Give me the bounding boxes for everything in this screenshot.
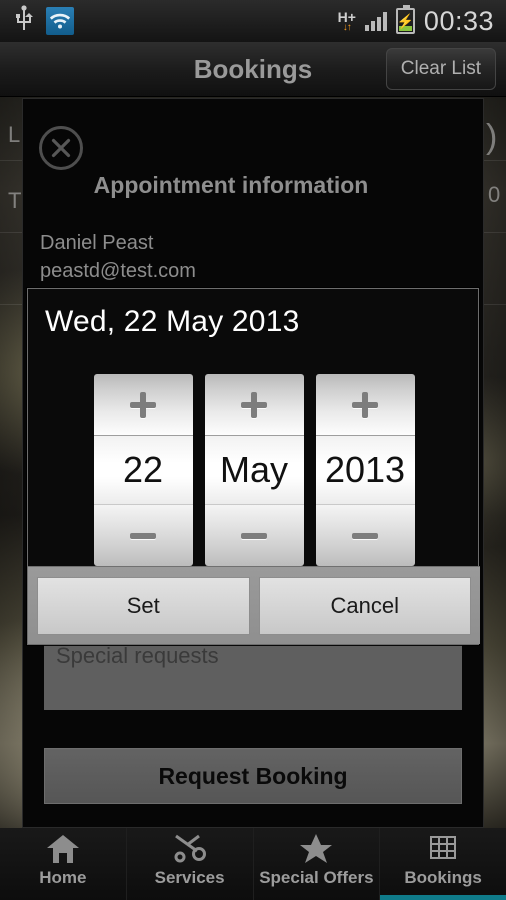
date-picker-columns: 22 May 2013 — [28, 374, 480, 566]
home-icon — [46, 832, 80, 866]
date-picker-dialog: Wed, 22 May 2013 22 May 2013 Set Cancel — [27, 288, 480, 645]
day-increment-button[interactable] — [93, 374, 193, 436]
signal-icon — [364, 11, 387, 31]
appointment-dialog-title: Appointment information — [93, 172, 369, 198]
year-decrement-button[interactable] — [315, 504, 415, 566]
close-circle-icon[interactable] — [39, 126, 83, 170]
background-fragment-right-2: 0 — [488, 182, 501, 207]
request-booking-button[interactable]: Request Booking — [44, 748, 462, 804]
year-increment-button[interactable] — [315, 374, 415, 436]
star-icon — [299, 832, 333, 866]
month-value[interactable]: May — [204, 436, 304, 504]
status-bar-right-icons: H+ ↓↑ ⚡ 00:33 — [338, 5, 506, 37]
minus-icon — [130, 523, 156, 549]
plus-icon — [352, 391, 378, 418]
calendar-grid-icon — [426, 832, 460, 866]
year-value[interactable]: 2013 — [315, 436, 415, 504]
special-requests-placeholder: Special requests — [56, 643, 219, 668]
day-decrement-button[interactable] — [93, 504, 193, 566]
background-fragment-right-1: ) — [486, 118, 498, 156]
status-bar-clock: 00:33 — [423, 5, 494, 36]
plus-icon — [241, 391, 267, 418]
scissors-icon — [173, 832, 207, 866]
month-picker: May — [204, 374, 304, 566]
usb-icon — [14, 4, 34, 38]
special-requests-input[interactable]: Special requests — [44, 640, 462, 710]
nav-item-home[interactable]: Home — [0, 828, 127, 900]
month-decrement-button[interactable] — [204, 504, 304, 566]
set-button[interactable]: Set — [37, 576, 250, 635]
customer-email: peastd@test.com — [40, 260, 196, 282]
status-bar-left-icons — [0, 4, 74, 38]
nav-label-home: Home — [39, 868, 87, 887]
cancel-button[interactable]: Cancel — [258, 576, 471, 635]
date-picker-title: Wed, 22 May 2013 — [45, 305, 300, 338]
action-bar: Bookings Clear List — [0, 42, 506, 97]
minus-icon — [241, 523, 267, 549]
nav-label-special-offers: Special Offers — [259, 868, 374, 887]
minus-icon — [352, 523, 378, 549]
nav-item-services[interactable]: Services — [127, 828, 254, 900]
status-bar: H+ ↓↑ ⚡ 00:33 — [0, 0, 506, 42]
background-fragment-left-1: L — [8, 122, 21, 147]
phone-screen: L T ) 0 H+ ↓↑ ⚡ 00:33 Bookings Clear Lis… — [0, 0, 506, 900]
nav-active-indicator — [380, 895, 506, 900]
year-picker: 2013 — [315, 374, 415, 566]
nav-item-bookings[interactable]: Bookings — [380, 828, 506, 900]
wifi-icon — [46, 7, 74, 35]
month-increment-button[interactable] — [204, 374, 304, 436]
day-value[interactable]: 22 — [93, 436, 193, 504]
nav-label-services: Services — [154, 868, 225, 887]
nav-item-special-offers[interactable]: Special Offers — [254, 828, 381, 900]
clear-list-button[interactable]: Clear List — [385, 48, 496, 90]
date-picker-footer: Set Cancel — [28, 566, 480, 644]
network-arrows: ↓↑ — [342, 21, 352, 33]
day-picker: 22 — [93, 374, 193, 566]
bottom-navigation-bar: Home Services Special Offers Bookings — [0, 828, 506, 900]
nav-label-bookings: Bookings — [404, 868, 482, 887]
plus-icon — [130, 391, 156, 418]
hsdpa-plus-icon: H+ ↓↑ — [338, 10, 356, 33]
customer-name: Daniel Peast — [40, 232, 154, 254]
battery-charging-icon: ⚡ — [395, 5, 415, 34]
